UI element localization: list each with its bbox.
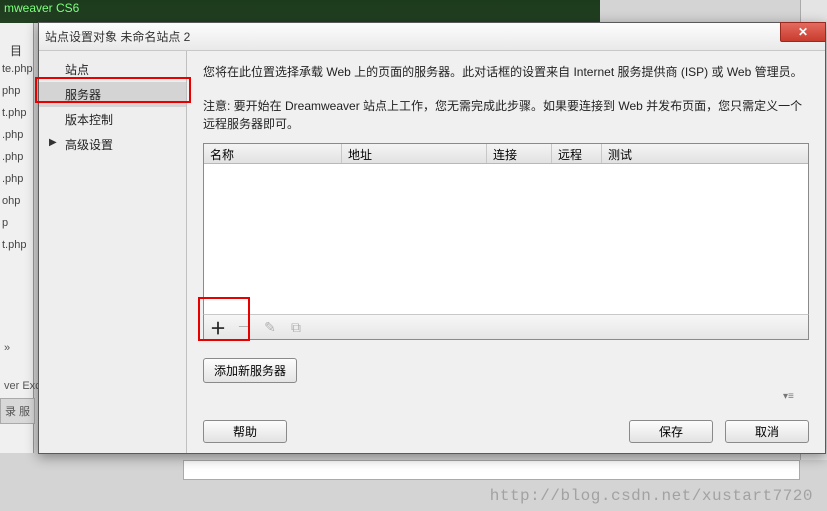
duplicate-server-icon: ⧉ [288,319,304,335]
cancel-button[interactable]: 取消 [725,420,809,443]
description-text: 您将在此位置选择承载 Web 上的页面的服务器。此对话框的设置来自 Intern… [203,63,809,81]
dialog-content: 您将在此位置选择承载 Web 上的页面的服务器。此对话框的设置来自 Intern… [187,51,825,453]
sidebar-item-site[interactable]: 站点 [39,57,186,82]
col-test[interactable]: 测试 [602,144,808,163]
sidebar-item-version-control[interactable]: 版本控制 [39,107,186,132]
sidebar-item-advanced[interactable]: ▶ 高级设置 [39,132,186,157]
sidebar-item-label: 站点 [65,63,89,77]
sidebar-item-label: 服务器 [65,88,101,102]
sidebar-item-servers[interactable]: 服务器 [39,82,186,107]
bottom-bar [183,460,800,480]
sidebar-item-label: 版本控制 [65,113,113,127]
add-new-server-button[interactable]: 添加新服务器 [203,358,297,383]
servers-table: 名称 地址 连接 远程 测试 [203,143,809,315]
col-address[interactable]: 地址 [342,144,487,163]
bg-arrows: » [0,338,14,358]
collapse-icon[interactable]: ▾≡ [783,391,803,403]
col-remote[interactable]: 远程 [552,144,602,163]
save-button[interactable]: 保存 [629,420,713,443]
remove-server-icon: － [236,319,252,335]
sidebar-item-label: 高级设置 [65,138,113,152]
add-server-icon[interactable]: ＋ [210,319,226,335]
dialog-title: 站点设置对象 未命名站点 2 [45,28,190,45]
note-text: 注意: 要开始在 Dreamweaver 站点上工作，您无需完成此步骤。如果要连… [203,97,809,133]
close-button[interactable]: ✕ [780,22,826,42]
bg-bottom-tabs: 录 服 [0,398,35,424]
dialog-sidebar: 站点 服务器 版本控制 ▶ 高级设置 [39,51,187,453]
dialog-titlebar: 站点设置对象 未命名站点 2 ✕ [39,23,825,51]
bg-heading: 目 [10,42,22,59]
col-connection[interactable]: 连接 [487,144,552,163]
servers-toolbar: ＋ － ✎ ⧉ [203,314,809,340]
chevron-right-icon: ▶ [49,137,57,148]
site-setup-dialog: 站点设置对象 未命名站点 2 ✕ 站点 服务器 版本控制 ▶ 高级设置 您将在此位… [38,22,826,454]
bg-file-list: te.phpphpt.php .php.php.php ohppt.php [0,58,34,256]
edit-server-icon: ✎ [262,319,278,335]
table-header: 名称 地址 连接 远程 测试 [204,144,808,164]
help-button[interactable]: 帮助 [203,420,287,443]
watermark: http://blog.csdn.net/xustart7720 [490,487,813,505]
table-body-empty [204,164,808,314]
app-titlebar-fragment: mweaver CS6 [0,0,600,23]
col-name[interactable]: 名称 [204,144,342,163]
dialog-footer: 帮助 保存 取消 [203,420,809,443]
